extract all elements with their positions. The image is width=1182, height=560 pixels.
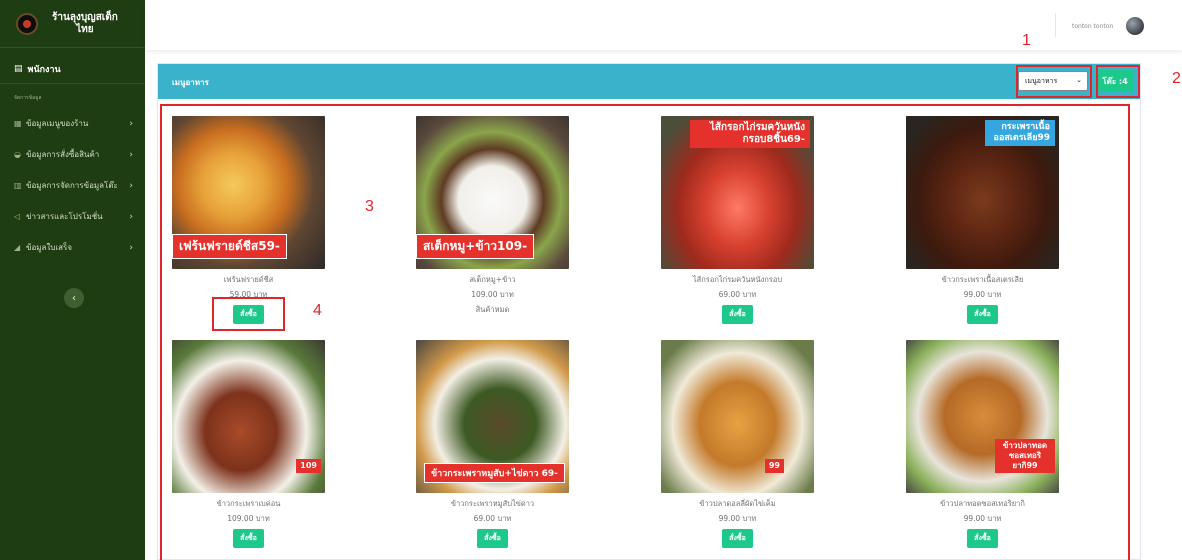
menu-item-price: 109.00 บาท [227, 514, 270, 523]
sidebar-toggle-button[interactable]: ‹ [64, 288, 84, 308]
menu-item-photo[interactable]: กระเพราเนื้อ ออสเตรเลีย99 [906, 116, 1059, 269]
menu-item-name: ข้าวกระเพราเนื้อสเตรเลีย [941, 275, 1024, 284]
photo-tag: 109 [296, 459, 321, 473]
brand[interactable]: ร้านลุงบุญสเต็ก ไทย [0, 0, 145, 48]
topbar-divider [1055, 13, 1056, 37]
sidebar-item-orders[interactable]: ◒ ข้อมูลการสั่งซื้อสินค้า › [0, 139, 145, 170]
annotation-number-4: 4 [313, 302, 322, 319]
menu-item-name: ข้าวปลาดอลลี่ผัดไข่เค็ม [699, 499, 776, 508]
brand-logo-icon [16, 12, 38, 35]
order-button[interactable]: สั่งซื้อ [967, 529, 998, 548]
menu-item: สเต็กหมู+ข้าว109- สเต็กหมู+ข้าว 109.00 บ… [416, 116, 569, 316]
chevron-down-icon: ⌄ [1076, 76, 1082, 84]
menu-item-photo[interactable]: ข้าวปลาทอด ซอสเทอริยากิ99 [906, 340, 1059, 493]
sidebar-item-label: ข้อมูลการจัดการข้อมูลโต๊ะ [26, 181, 118, 190]
chevron-left-icon: ‹ [72, 292, 76, 304]
order-button[interactable]: สั่งซื้อ [233, 305, 264, 324]
photo-tag: ไส้กรอกไก่รมควันหนัง กรอบ8ชิ้น69- [690, 120, 810, 148]
megaphone-icon: ◁ [14, 212, 21, 221]
chart-icon: ◢ [14, 243, 21, 252]
menu-item-price: 99.00 บาท [963, 290, 1002, 299]
menu-item-price: 69.00 บาท [718, 290, 757, 299]
sidebar-item-label: ข้อมูลเมนูของร้าน [26, 119, 89, 128]
sidebar-section-title: จัดการข้อมูล [14, 95, 42, 101]
menu-item: ข้าวปลาทอด ซอสเทอริยากิ99 ข้าวปลาทอดซอสเ… [906, 340, 1059, 548]
sidebar-item-label: ข่าวสารและโปรโมชั่น [26, 212, 103, 221]
menu-item-photo[interactable]: 99 [661, 340, 814, 493]
menu-item-photo[interactable]: สเต็กหมู+ข้าว109- [416, 116, 569, 269]
id-card-icon: ▤ [14, 63, 23, 74]
menu-item-name: เฟร้นฟรายด์ชีส [223, 275, 274, 284]
chevron-right-icon: › [129, 149, 133, 160]
photo-tag: 99 [764, 459, 784, 473]
menu-item-price: 69.00 บาท [473, 514, 512, 523]
chevron-right-icon: › [129, 242, 133, 253]
shopping-bag-icon: ◒ [14, 150, 21, 159]
photo-tag: สเต็กหมู+ข้าว109- [416, 234, 535, 259]
annotation-number-2: 2 [1172, 70, 1181, 87]
menu-item: 99 ข้าวปลาดอลลี่ผัดไข่เค็ม 99.00 บาท สั่… [661, 340, 814, 548]
annotation-number-3: 3 [365, 198, 374, 215]
menu-item-name: ไส้กรอกไก่รมควันหนังกรอบ [692, 275, 783, 284]
database-icon: ▥ [14, 181, 22, 190]
menu-item: 109 ข้าวกระเพราเบค่อน 109.00 บาท สั่งซื้… [172, 340, 325, 548]
photo-tag: ข้าวกระเพราหมูสับ+ไข่ดาว 69- [424, 463, 565, 483]
menu-item: กระเพราเนื้อ ออสเตรเลีย99 ข้าวกระเพราเนื… [906, 116, 1059, 324]
order-button[interactable]: สั่งซื้อ [722, 305, 753, 324]
user-name[interactable]: tonton tonton [1072, 23, 1113, 30]
sidebar-dashboard-label: พนักงาน [27, 64, 61, 75]
sidebar-item-label: ข้อมูลใบเสร็จ [26, 243, 73, 252]
menu-item: ข้าวกระเพราหมูสับ+ไข่ดาว 69- ข้าวกระเพรา… [416, 340, 569, 548]
sidebar-item-receipts[interactable]: ◢ ข้อมูลใบเสร็จ › [0, 232, 145, 263]
annotation-number-1: 1 [1022, 32, 1031, 49]
sold-out-status: สินค้าหมด [475, 305, 510, 314]
order-button[interactable]: สั่งซื้อ [477, 529, 508, 548]
menu-item-photo[interactable]: ไส้กรอกไก่รมควันหนัง กรอบ8ชิ้น69- [661, 116, 814, 269]
sidebar: ร้านลุงบุญสเต็ก ไทย ▤ พนักงาน จัดการข้อม… [0, 0, 145, 560]
sidebar-item-tables[interactable]: ▥ ข้อมูลการจัดการข้อมูลโต๊ะ › [0, 170, 145, 201]
photo-tag: กระเพราเนื้อ ออสเตรเลีย99 [985, 120, 1055, 146]
brand-name: ร้านลุงบุญสเต็ก ไทย [52, 12, 118, 36]
sidebar-item-dashboard[interactable]: ▤ พนักงาน [0, 54, 145, 84]
menu-item-photo[interactable]: ข้าวกระเพราหมูสับ+ไข่ดาว 69- [416, 340, 569, 493]
category-select[interactable]: เมนูอาหาร ⌄ [1018, 71, 1088, 91]
menu-item: เฟร้นฟรายด์ชีส59- เฟร้นฟรายด์ชีส 59.00 บ… [172, 116, 325, 324]
menu-card: เมนูอาหาร เมนูอาหาร ⌄ โต๊ะ :4 เฟร้นฟรายด… [157, 63, 1141, 560]
menu-item-name: ข้าวกระเพราหมูสับไข่ดาว [450, 499, 535, 508]
menu-item-price: 109.00 บาท [471, 290, 514, 299]
menu-item: ไส้กรอกไก่รมควันหนัง กรอบ8ชิ้น69- ไส้กรอ… [661, 116, 814, 324]
menu-item-price: 99.00 บาท [963, 514, 1002, 523]
menu-item-name: ข้าวกระเพราเบค่อน [216, 499, 281, 508]
chevron-right-icon: › [129, 118, 133, 129]
table-icon: ▦ [14, 119, 22, 128]
sidebar-item-label: ข้อมูลการสั่งซื้อสินค้า [26, 150, 100, 159]
brand-name-line2: ไทย [76, 23, 94, 35]
page-title: เมนูอาหาร [172, 78, 209, 87]
chevron-right-icon: › [129, 211, 133, 222]
order-button[interactable]: สั่งซื้อ [722, 529, 753, 548]
card-header: เมนูอาหาร เมนูอาหาร ⌄ โต๊ะ :4 [158, 64, 1140, 99]
category-select-value: เมนูอาหาร [1025, 76, 1058, 85]
brand-name-line1: ร้านลุงบุญสเต็ก [52, 11, 118, 23]
photo-tag: เฟร้นฟรายด์ชีส59- [172, 234, 287, 259]
avatar[interactable] [1126, 17, 1144, 35]
menu-item-name: สเต็กหมู+ข้าว [469, 275, 516, 284]
menu-item-photo[interactable]: 109 [172, 340, 325, 493]
menu-item-name: ข้าวปลาทอดซอสเทอริยากิ [940, 499, 1025, 508]
table-number-badge: โต๊ะ :4 [1096, 70, 1134, 92]
sidebar-item-menu-data[interactable]: ▦ ข้อมูลเมนูของร้าน › [0, 108, 145, 139]
photo-tag: ข้าวปลาทอด ซอสเทอริยากิ99 [995, 439, 1055, 473]
sidebar-item-news[interactable]: ◁ ข่าวสารและโปรโมชั่น › [0, 201, 145, 232]
menu-item-price: 59.00 บาท [229, 290, 268, 299]
order-button[interactable]: สั่งซื้อ [967, 305, 998, 324]
order-button[interactable]: สั่งซื้อ [233, 529, 264, 548]
menu-item-photo[interactable]: เฟร้นฟรายด์ชีส59- [172, 116, 325, 269]
chevron-right-icon: › [129, 180, 133, 191]
menu-item-price: 99.00 บาท [718, 514, 757, 523]
